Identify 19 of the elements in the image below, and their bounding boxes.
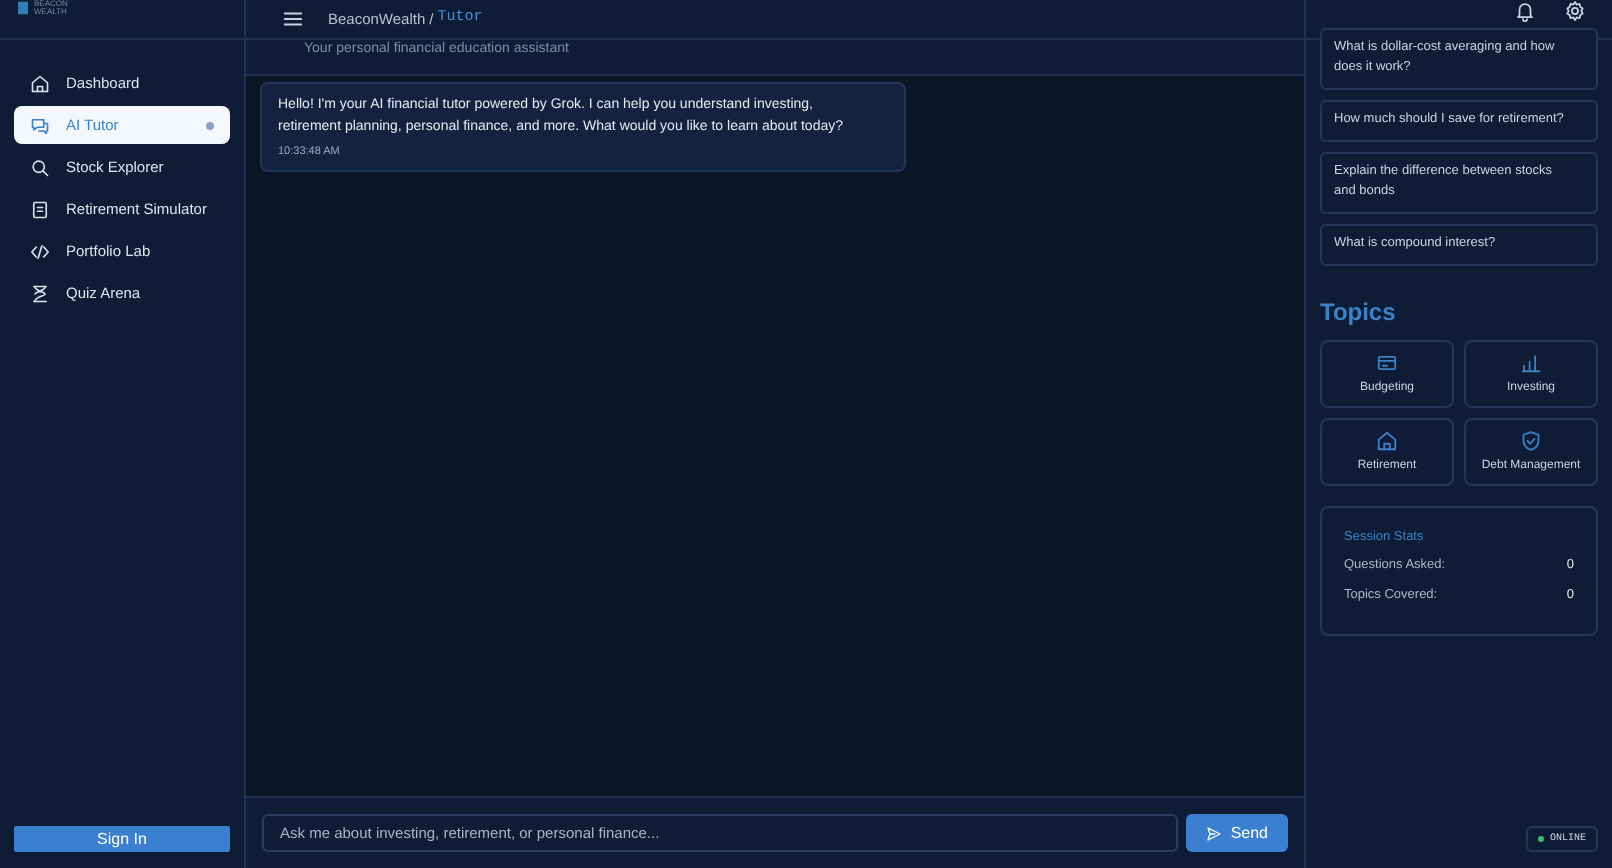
sign-in-button[interactable]: Sign In xyxy=(14,826,230,852)
section-title: Topics xyxy=(1320,296,1398,330)
home-icon xyxy=(1376,429,1398,451)
send-button[interactable]: Send xyxy=(1186,814,1288,852)
settings-icon[interactable] xyxy=(1564,0,1586,22)
card-icon xyxy=(1376,351,1398,373)
bar-chart-icon xyxy=(1520,351,1542,373)
notification-icon[interactable] xyxy=(1514,0,1536,22)
logo-icon xyxy=(18,0,28,16)
home-icon xyxy=(30,73,50,93)
menu-icon[interactable] xyxy=(282,8,304,30)
hourglass-icon xyxy=(30,283,50,303)
shield-icon xyxy=(1520,429,1542,451)
document-icon xyxy=(30,199,50,219)
active-dot xyxy=(206,121,214,129)
chat-icon xyxy=(30,115,50,135)
search-icon xyxy=(30,157,50,177)
code-icon xyxy=(30,241,50,261)
send-icon xyxy=(1206,825,1223,841)
